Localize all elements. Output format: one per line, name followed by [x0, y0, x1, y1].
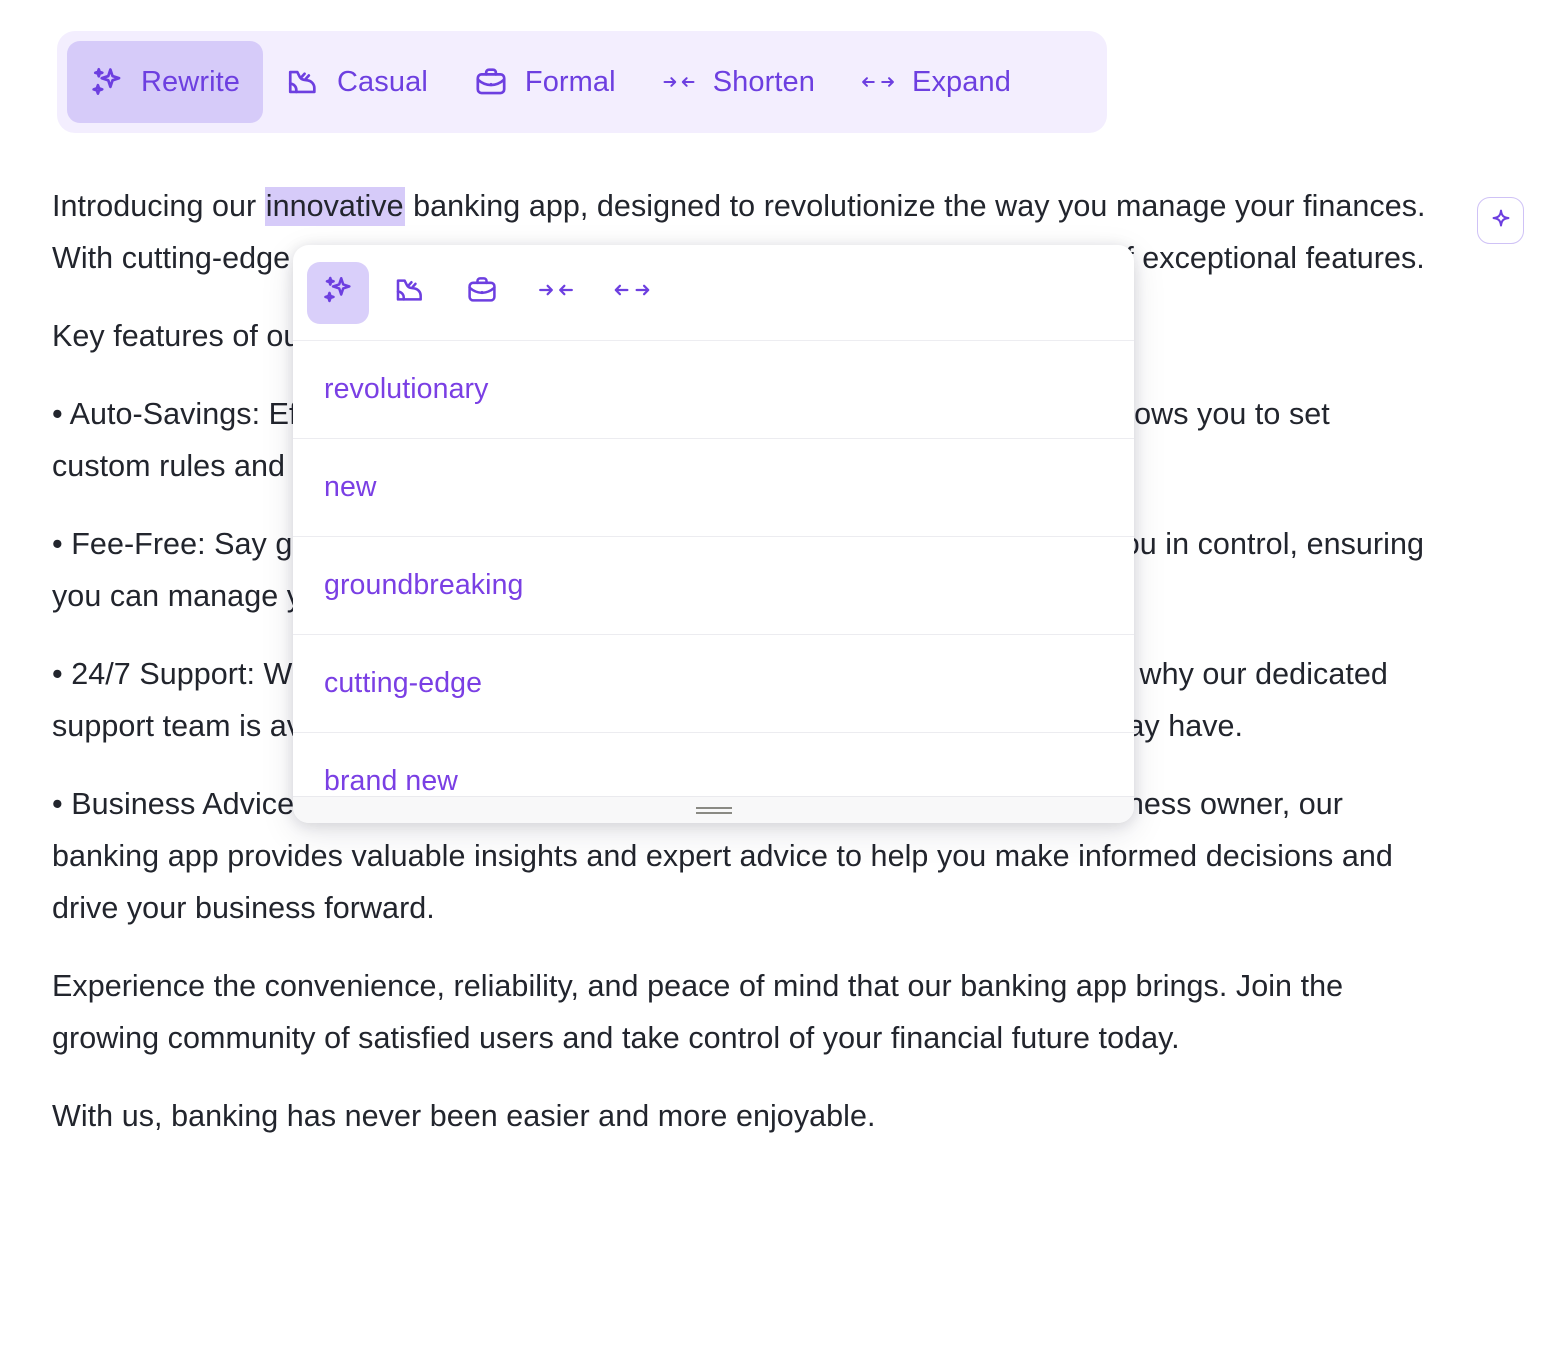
popup-tool-formal[interactable]: [451, 262, 513, 324]
popup-resize-handle[interactable]: [293, 796, 1134, 823]
boot-icon: [394, 274, 426, 311]
sparkle-star-icon: [1488, 205, 1514, 236]
sparkles-icon: [322, 274, 354, 311]
rewrite-suggestions-popup: revolutionary new groundbreaking cutting…: [293, 245, 1134, 823]
toolbar-item-label: Shorten: [712, 65, 815, 98]
popup-tool-casual[interactable]: [379, 262, 441, 324]
suggestion-list[interactable]: revolutionary new groundbreaking cutting…: [293, 341, 1134, 796]
suggestion-item[interactable]: brand new: [293, 733, 1134, 796]
toolbar-item-rewrite[interactable]: Rewrite: [67, 41, 263, 123]
highlighted-word[interactable]: innovative: [264, 187, 405, 226]
briefcase-icon: [466, 274, 498, 311]
boot-icon: [286, 65, 320, 99]
toolbar-item-expand[interactable]: Expand: [838, 41, 1034, 123]
toolbar-item-shorten[interactable]: Shorten: [639, 41, 838, 123]
arrows-out-icon: [861, 65, 895, 99]
arrows-out-icon: [613, 277, 651, 308]
popup-tool-expand[interactable]: [599, 262, 665, 324]
paragraph-closing: With us, banking has never been easier a…: [52, 1099, 876, 1133]
popup-tool-rewrite[interactable]: [307, 261, 369, 324]
rewrite-toolbar: Rewrite Casual Formal Shorten Expand: [57, 31, 1107, 133]
paragraph-experience: Experience the convenience, reliability,…: [52, 969, 1344, 1055]
popup-tool-shorten[interactable]: [523, 262, 589, 324]
suggestion-item[interactable]: cutting-edge: [293, 635, 1134, 733]
toolbar-item-label: Formal: [524, 65, 616, 98]
toolbar-item-label: Expand: [912, 65, 1011, 98]
popup-tool-row: [293, 245, 1134, 341]
ai-assist-button[interactable]: [1477, 197, 1524, 244]
briefcase-icon: [474, 65, 508, 99]
suggestion-item[interactable]: revolutionary: [293, 341, 1134, 439]
toolbar-item-casual[interactable]: Casual: [263, 41, 451, 123]
toolbar-item-label: Casual: [337, 65, 428, 98]
arrows-in-icon: [662, 65, 696, 99]
sparkles-icon: [90, 65, 124, 99]
suggestion-item[interactable]: groundbreaking: [293, 537, 1134, 635]
arrows-in-icon: [537, 277, 575, 308]
suggestion-item[interactable]: new: [293, 439, 1134, 537]
toolbar-item-label: Rewrite: [141, 65, 240, 98]
toolbar-item-formal[interactable]: Formal: [451, 41, 639, 123]
paragraph-text-before: Introducing our: [52, 189, 265, 223]
resize-grip-icon: [695, 806, 732, 814]
